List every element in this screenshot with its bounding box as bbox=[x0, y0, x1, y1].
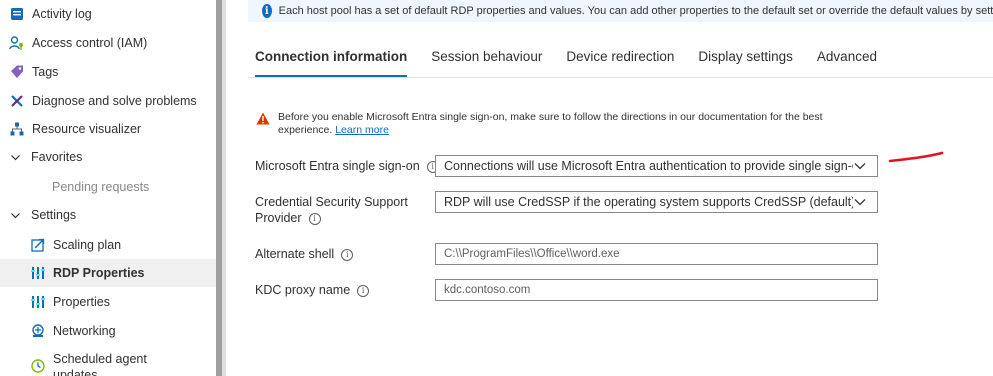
sidebar-group-label: Settings bbox=[31, 208, 77, 222]
tab-display-settings[interactable]: Display settings bbox=[698, 49, 793, 77]
info-icon[interactable]: i bbox=[308, 212, 321, 225]
credssp-dropdown[interactable]: RDP will use CredSSP if the operating sy… bbox=[435, 191, 878, 213]
tab-session-behaviour[interactable]: Session behaviour bbox=[431, 49, 542, 77]
sidebar-item-label-line2: updates bbox=[53, 368, 98, 376]
alternate-shell-placeholder: C:\\ProgramFiles\\Office\\word.exe bbox=[444, 248, 620, 260]
sidebar-group-settings[interactable]: Settings bbox=[0, 201, 216, 229]
sso-dropdown[interactable]: Connections will use Microsoft Entra aut… bbox=[435, 155, 878, 177]
sidebar-item-label: Activity log bbox=[32, 7, 92, 21]
chevron-down-icon bbox=[9, 151, 21, 163]
networking-icon bbox=[30, 323, 46, 339]
kdc-proxy-label-row: KDC proxy name i bbox=[255, 282, 370, 298]
tab-divider bbox=[248, 77, 993, 78]
kdc-proxy-label: KDC proxy name bbox=[255, 283, 351, 297]
sidebar-item-label: Tags bbox=[32, 65, 59, 79]
sidebar-group-label: Favorites bbox=[31, 150, 83, 164]
credssp-label: Credential Security Support bbox=[255, 195, 408, 209]
info-banner: i Each host pool has a set of default RD… bbox=[248, 0, 993, 22]
kdc-proxy-input[interactable]: kdc.contoso.com bbox=[435, 279, 878, 301]
resource-visualizer-icon bbox=[9, 121, 25, 137]
sidebar-item-rdp-properties[interactable]: RDP Properties bbox=[0, 259, 216, 287]
alternate-shell-label-row: Alternate shell i bbox=[255, 246, 354, 262]
credssp-label-row: Credential Security Support Provider i bbox=[255, 194, 408, 226]
chevron-down-icon bbox=[9, 209, 21, 221]
warning-message: Before you enable Microsoft Entra single… bbox=[256, 111, 856, 137]
properties-icon bbox=[30, 294, 46, 310]
sso-label: Microsoft Entra single sign-on bbox=[255, 159, 420, 173]
tab-advanced[interactable]: Advanced bbox=[817, 49, 877, 77]
sidebar-item-label: Scheduled agent bbox=[53, 352, 147, 366]
wrench-icon bbox=[9, 93, 25, 109]
sidebar-item-resource-visualizer[interactable]: Resource visualizer bbox=[0, 115, 216, 143]
credssp-label-line2: Provider bbox=[255, 211, 302, 225]
sidebar-item-properties[interactable]: Properties bbox=[0, 288, 216, 316]
sidebar-item-label: Properties bbox=[53, 295, 110, 309]
info-banner-text: Each host pool has a set of default RDP … bbox=[278, 5, 993, 17]
rdp-properties-icon bbox=[30, 265, 46, 281]
tab-bar: Connection information Session behaviour… bbox=[255, 49, 901, 77]
red-annotation-mark bbox=[888, 151, 944, 163]
learn-more-link[interactable]: Learn more bbox=[335, 124, 389, 136]
sidebar-item-label: Pending requests bbox=[52, 180, 150, 194]
sidebar-item-label: Access control (IAM) bbox=[32, 36, 148, 50]
tab-connection-information[interactable]: Connection information bbox=[255, 49, 408, 77]
sidebar-group-favorites[interactable]: Favorites bbox=[0, 143, 216, 171]
sidebar: Activity log Access control (IAM) Tags D… bbox=[0, 0, 216, 376]
warning-icon bbox=[256, 112, 270, 137]
main-panel: i Each host pool has a set of default RD… bbox=[226, 0, 993, 376]
access-control-icon bbox=[9, 35, 25, 51]
chevron-down-icon bbox=[853, 198, 867, 206]
sidebar-item-label: RDP Properties bbox=[53, 266, 145, 280]
sidebar-item-tags[interactable]: Tags bbox=[0, 58, 216, 86]
scaling-plan-icon bbox=[30, 237, 46, 253]
kdc-proxy-placeholder: kdc.contoso.com bbox=[444, 284, 531, 296]
credssp-selected-value: RDP will use CredSSP if the operating sy… bbox=[444, 195, 853, 209]
sidebar-item-label: Networking bbox=[53, 324, 116, 338]
alternate-shell-label: Alternate shell bbox=[255, 247, 335, 261]
sidebar-item-label: Resource visualizer bbox=[32, 122, 142, 136]
alternate-shell-input[interactable]: C:\\ProgramFiles\\Office\\word.exe bbox=[435, 243, 878, 265]
sidebar-item-diagnose[interactable]: Diagnose and solve problems bbox=[0, 87, 216, 115]
tab-device-redirection[interactable]: Device redirection bbox=[566, 49, 674, 77]
info-icon: i bbox=[262, 4, 272, 18]
sidebar-item-activity-log[interactable]: Activity log bbox=[0, 0, 216, 28]
sidebar-item-pending-requests[interactable]: Pending requests bbox=[0, 173, 216, 201]
info-icon[interactable]: i bbox=[341, 248, 354, 261]
chevron-down-icon bbox=[853, 162, 867, 170]
tag-icon bbox=[9, 64, 25, 80]
sso-label-row: Microsoft Entra single sign-on i bbox=[255, 158, 439, 174]
sidebar-item-scheduled-agent-updates[interactable]: Scheduled agent updates bbox=[0, 349, 216, 376]
sidebar-item-scaling-plan[interactable]: Scaling plan bbox=[0, 231, 216, 259]
sidebar-item-label: Scaling plan bbox=[53, 238, 122, 252]
sidebar-item-networking[interactable]: Networking bbox=[0, 317, 216, 345]
sidebar-item-label: Diagnose and solve problems bbox=[32, 94, 197, 108]
info-icon[interactable]: i bbox=[357, 284, 370, 297]
activity-log-icon bbox=[9, 6, 25, 22]
sidebar-item-access-control[interactable]: Access control (IAM) bbox=[0, 29, 216, 57]
clock-icon bbox=[30, 358, 46, 374]
sso-selected-value: Connections will use Microsoft Entra aut… bbox=[444, 159, 853, 173]
